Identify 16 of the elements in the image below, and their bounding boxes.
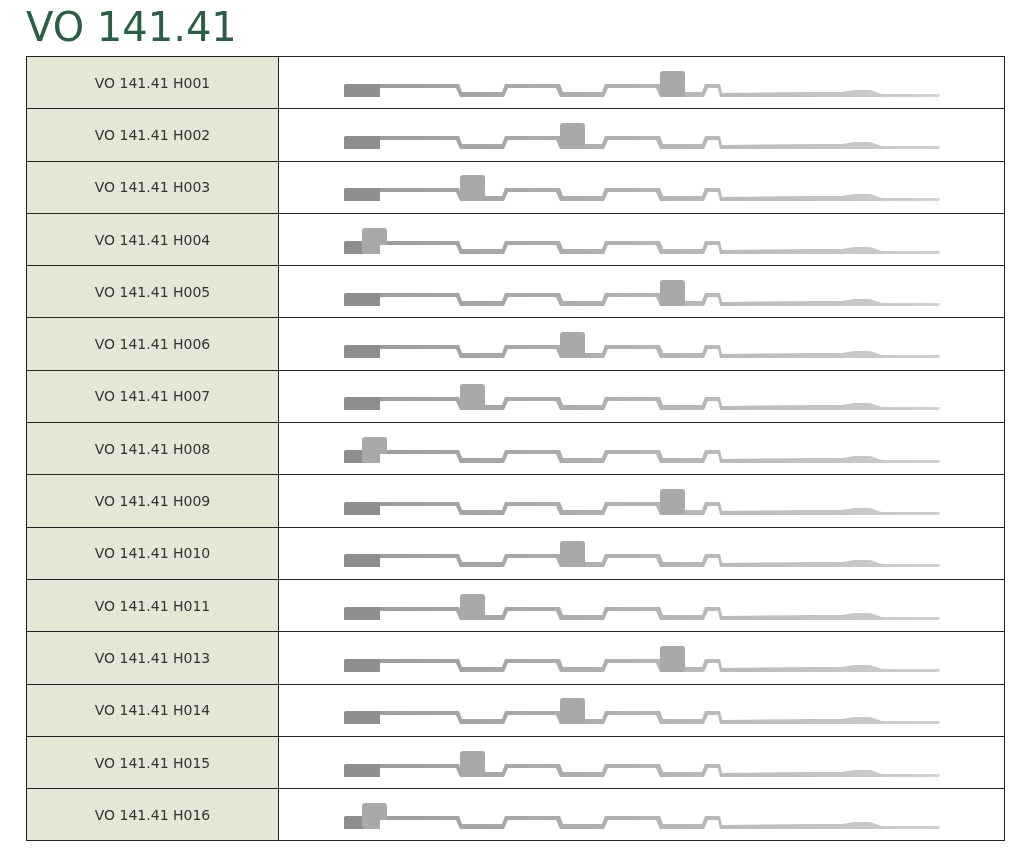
needle-code-cell: VO 141.41 H006 xyxy=(26,318,279,371)
needle-code-cell: VO 141.41 H007 xyxy=(26,370,279,423)
needle-code-cell: VO 141.41 H011 xyxy=(26,579,279,632)
needle-code-cell: VO 141.41 H014 xyxy=(26,684,279,737)
needle-code-cell: VO 141.41 H013 xyxy=(26,631,279,685)
page-title: VO 141.41 xyxy=(26,3,238,52)
needle-code-cell: VO 141.41 H003 xyxy=(26,161,279,214)
needle-code-cell: VO 141.41 H009 xyxy=(26,474,279,528)
needle-code-cell: VO 141.41 H010 xyxy=(26,527,279,580)
needle-code-cell: VO 141.41 H008 xyxy=(26,422,279,475)
needle-code-cell: VO 141.41 H004 xyxy=(26,213,279,266)
needle-code-cell: VO 141.41 H002 xyxy=(26,108,279,162)
needle-code-cell: VO 141.41 H001 xyxy=(26,56,279,109)
needle-code-cell: VO 141.41 H015 xyxy=(26,736,279,789)
needle-code-cell: VO 141.41 H005 xyxy=(26,265,279,318)
needle-code-cell: VO 141.41 H016 xyxy=(26,788,279,841)
